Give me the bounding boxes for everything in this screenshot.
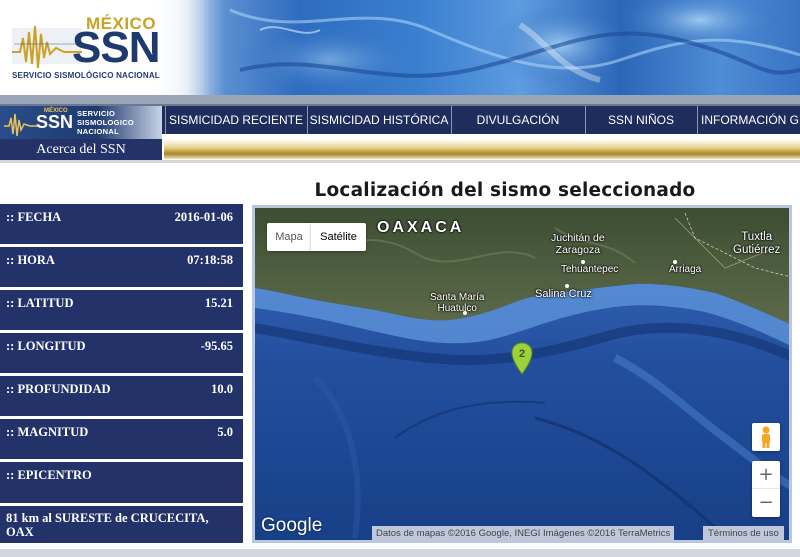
info-row-profundidad: :: PROFUNDIDAD 10.0 [0,376,243,416]
nav-item-informacion[interactable]: INFORMACIÓN GE [697,106,800,134]
nav-logo-line: SISMOLOGICO [77,118,135,127]
map-type-satelite-button[interactable]: Satélite [311,223,366,251]
nav-logo-panel: MÉXICO SSN SERVICIO SISMOLOGICO NACIONAL… [0,106,162,160]
nav-item-sismicidad-historica[interactable]: SISMICIDAD HISTÓRICA [307,106,450,134]
hora-value: 07:18:58 [187,253,233,267]
nav-divider [0,95,800,106]
seismograph-icon [4,113,40,136]
map-label-oaxaca: OAXACA [377,219,465,236]
info-row-magnitud: :: MAGNITUD 5.0 [0,419,243,459]
nav-item-sismicidad-reciente[interactable]: SISMICIDAD RECIENTE [165,106,306,134]
epicenter-marker-pin[interactable]: 2 [511,342,533,376]
nav-logo-full-name: SERVICIO SISMOLOGICO NACIONAL [77,109,134,136]
nav-ssn-logo[interactable]: MÉXICO SSN SERVICIO SISMOLOGICO NACIONAL [0,106,162,139]
decorative-gold-stripe [164,139,800,159]
latitud-label: :: LATITUD [6,296,74,310]
nav-logo-line: NACIONAL [77,127,119,136]
profundidad-label: :: PROFUNDIDAD [6,382,111,396]
map-label-tehuantepec: Tehuantepec [561,264,619,275]
info-row-fecha: :: FECHA 2016-01-06 [0,204,243,244]
info-row-epicentro: :: EPICENTRO [0,462,243,503]
pegman-icon [762,426,770,448]
latitud-value: 15.21 [204,296,233,310]
nav-item-ssn-ninos[interactable]: SSN NIÑOS [585,106,696,134]
longitud-value: -95.65 [200,339,233,353]
ssn-logo[interactable]: MÉXICO SSN SERVICIO SISMOLÓGICO NACIONAL [0,0,210,95]
zoom-out-button[interactable]: − [752,489,780,517]
footer-bar [0,549,800,557]
map-label-salina-cruz: Salina Cruz [535,288,592,300]
nav-bottom-border [0,160,800,163]
longitud-label: :: LONGITUD [6,339,86,353]
epicenter-marker-label: 2 [519,348,525,360]
earthquake-map[interactable]: Mapa Satélite OAXACA Juchitán de Zaragoz… [252,205,792,543]
epicentro-label: :: EPICENTRO [6,468,92,482]
google-logo[interactable]: Google [261,515,322,537]
logo-acronym: SSN [72,23,160,72]
fecha-value: 2016-01-06 [174,210,233,224]
page-title: Localización del sismo seleccionado [314,180,696,201]
fecha-label: :: FECHA [6,210,62,224]
map-attribution: Datos de mapas ©2016 Google, INEGI Imáge… [372,526,675,540]
map-type-mapa-button[interactable]: Mapa [267,223,311,251]
logo-full-name: SERVICIO SISMOLÓGICO NACIONAL [12,71,160,80]
terms-of-use-link[interactable]: Términos de uso [703,526,784,540]
profundidad-value: 10.0 [211,382,233,396]
info-row-latitud: :: LATITUD 15.21 [0,290,243,330]
about-ssn-link[interactable]: Acerca del SSN [0,139,162,160]
magnitud-value: 5.0 [217,425,233,439]
magnitud-label: :: MAGNITUD [6,425,89,439]
nav-logo-line: SERVICIO [77,109,116,118]
epicentro-value: 81 km al SURESTE de CRUCECITA, OAX [0,506,243,543]
info-row-hora: :: HORA 07:18:58 [0,247,243,287]
hora-label: :: HORA [6,253,55,267]
zoom-in-button[interactable]: + [752,461,780,489]
nav-item-divulgacion[interactable]: DIVULGACIÓN [451,106,584,134]
street-view-pegman-icon[interactable] [752,423,780,451]
earthquake-info-panel: :: FECHA 2016-01-06 :: HORA 07:18:58 :: … [0,204,243,543]
main-navigation: MÉXICO SSN SERVICIO SISMOLOGICO NACIONAL… [0,95,800,170]
map-label-huatulco: Santa María Huatulco [430,292,485,314]
map-label-juchitan: Juchitán de Zaragoza [551,232,605,256]
header-banner: MÉXICO SSN SERVICIO SISMOLÓGICO NACIONAL [0,0,800,95]
nav-logo-acronym: SSN [36,112,74,132]
zoom-control: + − [752,461,780,517]
map-label-tuxtla: Tuxtla Gutiérrez [733,231,781,256]
info-row-longitud: :: LONGITUD -95.65 [0,333,243,373]
map-label-arriaga: Arriaga [669,264,702,275]
